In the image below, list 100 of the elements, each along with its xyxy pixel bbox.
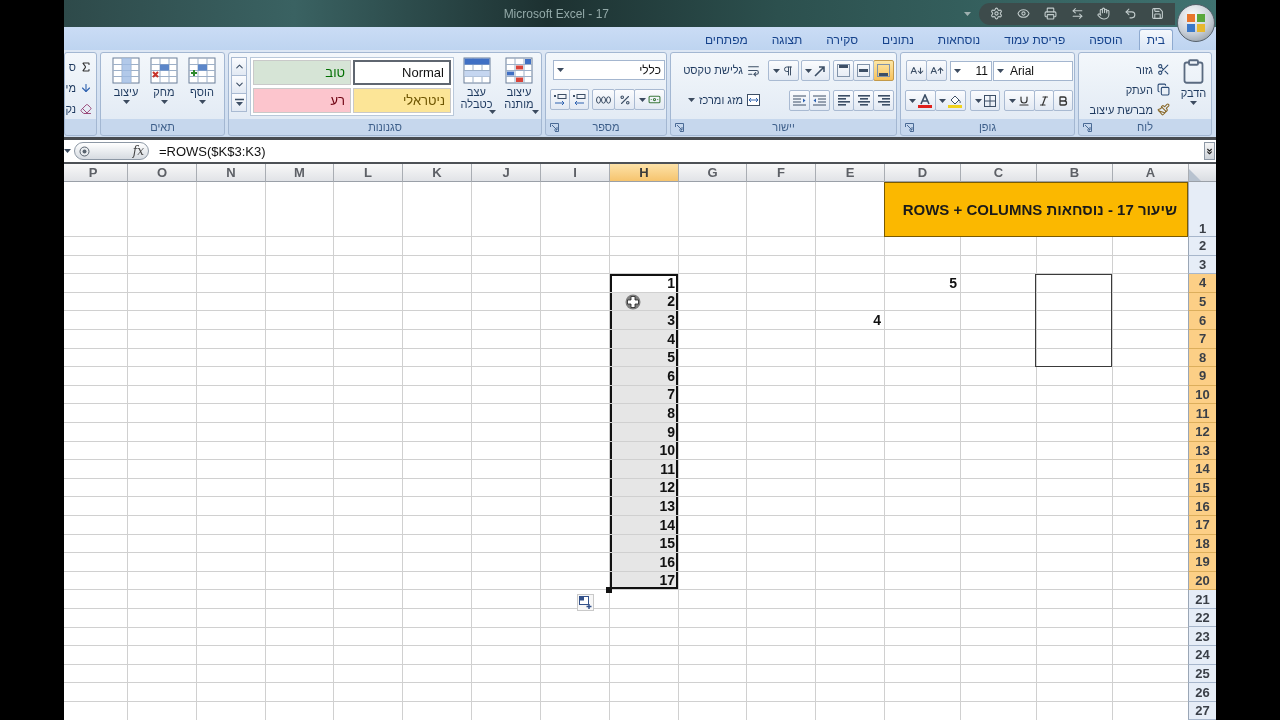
editing-button[interactable]: מי [65, 78, 94, 98]
gallery-more-button[interactable] [231, 93, 247, 112]
ribbon-tab[interactable]: נוסחאות [929, 29, 989, 50]
format-as-table-button[interactable]: עצב כטבלה [457, 55, 496, 119]
corner-arrow-icon[interactable] [550, 122, 559, 132]
row-header[interactable]: 1 [1188, 182, 1216, 237]
row-header[interactable]: 23 [1188, 627, 1216, 647]
column-header[interactable]: A [1112, 164, 1188, 182]
format-painter-button[interactable]: מברשת עיצוב [1087, 100, 1172, 119]
row-header[interactable]: 11 [1188, 404, 1216, 423]
column-header[interactable]: L [333, 164, 402, 182]
underline-button[interactable] [1004, 90, 1035, 111]
cells-button[interactable]: הוסף [185, 55, 219, 119]
ribbon-tab[interactable]: מפתחים [696, 29, 756, 50]
column-header[interactable]: M [265, 164, 333, 182]
bold-button[interactable] [1053, 90, 1073, 111]
hand-icon [1097, 7, 1111, 20]
cell-style-option[interactable]: רע [253, 88, 351, 113]
grow-font-button[interactable] [926, 60, 947, 81]
italic-button[interactable] [1034, 90, 1054, 111]
column-header[interactable]: I [540, 164, 609, 182]
text-direction-button[interactable] [768, 60, 799, 81]
row-header[interactable]: 2 [1188, 237, 1216, 256]
corner-arrow-icon[interactable] [1083, 122, 1092, 132]
formula-field[interactable]: =ROWS($K$3:K3) [149, 140, 1204, 162]
cell-style-option[interactable]: Normal [353, 60, 451, 85]
indent-decrease-icon [813, 95, 826, 106]
copy-button[interactable]: העתק [1087, 80, 1172, 99]
row-header[interactable]: 6 [1188, 311, 1216, 330]
row-header[interactable]: 4 [1188, 274, 1216, 293]
percent-button[interactable] [614, 89, 635, 110]
cell-style-option[interactable]: ניטראלי [353, 88, 451, 113]
cells-button[interactable]: עיצוב [109, 55, 143, 119]
caret-icon[interactable] [964, 11, 971, 16]
column-header[interactable]: K [402, 164, 471, 182]
caret-icon [805, 68, 812, 73]
borders-button[interactable] [970, 90, 1000, 111]
fill-color-button[interactable] [935, 90, 966, 111]
auto-fill-options-button[interactable] [577, 594, 594, 612]
cells-button[interactable]: מחק [147, 55, 181, 119]
comma-style-button[interactable] [592, 89, 615, 110]
ribbon-tab[interactable]: פריסת עמוד [996, 29, 1074, 50]
ribbon-tab[interactable]: הוספה [1081, 29, 1131, 50]
ribbon-tab[interactable]: בית [1138, 29, 1173, 50]
number-format-field[interactable]: כללי [553, 60, 665, 80]
align-center-button[interactable] [853, 90, 874, 111]
font-name-field[interactable]: Arial [993, 60, 1073, 81]
cell-style-option[interactable]: טוב [253, 60, 351, 85]
column-header[interactable]: P [64, 164, 127, 182]
ribbon-tab[interactable]: נתונים [874, 29, 922, 50]
column-header[interactable]: E [815, 164, 884, 182]
column-header[interactable]: J [471, 164, 540, 182]
currency-button[interactable] [634, 89, 665, 110]
insert-function-button[interactable]: fx [132, 144, 144, 158]
vertical-align-button[interactable] [853, 60, 874, 81]
column-header[interactable]: O [127, 164, 196, 182]
font-color-button[interactable] [905, 90, 936, 111]
row-header[interactable]: 16 [1188, 497, 1216, 516]
editing-button[interactable]: ס [65, 57, 94, 77]
vertical-align-button[interactable] [833, 60, 854, 81]
row-header[interactable]: 21 [1188, 590, 1216, 609]
column-header[interactable]: H [609, 164, 678, 182]
corner-arrow-icon[interactable] [905, 122, 914, 132]
vertical-align-button[interactable] [873, 60, 894, 81]
underline-icon [1018, 94, 1030, 107]
row-header[interactable]: 26 [1188, 683, 1216, 702]
circle-icon[interactable] [79, 145, 90, 157]
font-size-field[interactable]: 11 [950, 60, 992, 81]
fill-handle[interactable] [606, 587, 612, 594]
cut-button[interactable]: גזור [1087, 60, 1172, 79]
ribbon-tab[interactable]: תצוגה [763, 29, 811, 50]
column-header[interactable]: C [960, 164, 1036, 182]
increase-decimal-button[interactable] [569, 89, 589, 110]
conditional-formatting-button[interactable]: עיצוב מותנה [499, 55, 539, 119]
align-left-button[interactable] [833, 90, 854, 111]
row-header[interactable]: 24 [1188, 646, 1216, 665]
row-header[interactable]: 19 [1188, 553, 1216, 572]
shrink-font-button[interactable] [906, 60, 927, 81]
expand-formula-bar-button[interactable] [1204, 142, 1215, 160]
increase-indent-button[interactable] [789, 90, 810, 111]
paste-button[interactable]: הדבק [1178, 56, 1209, 119]
merge-center-button[interactable]: מזג ומרכז [681, 90, 762, 110]
editing-button[interactable]: נק [65, 99, 94, 119]
ribbon-tab[interactable]: סקירה [818, 29, 867, 50]
column-header[interactable]: G [678, 164, 746, 182]
eye-icon [1016, 7, 1030, 20]
orientation-button[interactable] [801, 60, 830, 81]
wrap-text-button[interactable]: גלישת טקסט [681, 60, 762, 80]
caret-icon [773, 68, 780, 73]
printer-icon [1043, 7, 1057, 20]
undo-icon [1124, 7, 1138, 20]
corner-arrow-icon[interactable] [675, 122, 684, 132]
decrease-decimal-button[interactable] [550, 89, 570, 110]
column-header[interactable]: N [196, 164, 265, 182]
align-right-button[interactable] [873, 90, 894, 111]
column-header[interactable]: D [884, 164, 960, 182]
column-header[interactable]: B [1036, 164, 1112, 182]
row-header[interactable]: 14 [1188, 460, 1216, 479]
column-header[interactable]: F [746, 164, 815, 182]
row-header[interactable]: 9 [1188, 367, 1216, 386]
